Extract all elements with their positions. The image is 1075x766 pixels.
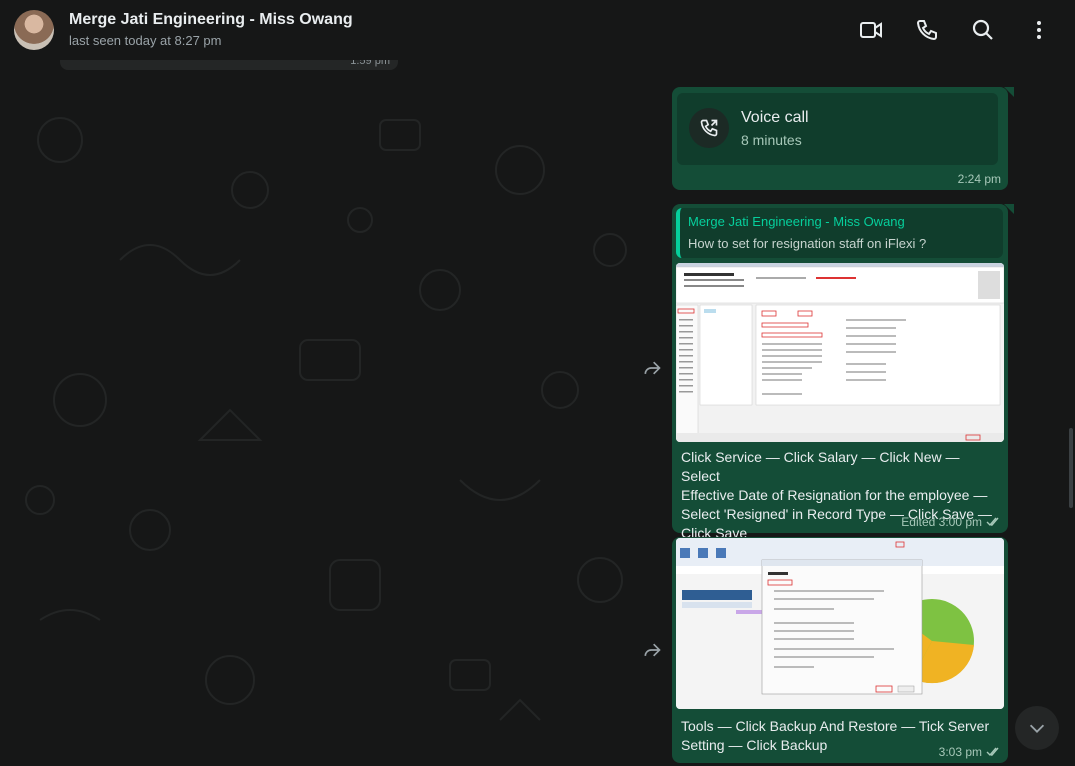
scroll-to-bottom-button[interactable] (1015, 706, 1059, 750)
quoted-message[interactable]: Merge Jati Engineering - Miss Owang How … (676, 208, 1003, 258)
double-check-icon (986, 517, 999, 527)
resignation-message[interactable]: Merge Jati Engineering - Miss Owang How … (672, 204, 1008, 541)
quoted-text: How to set for resignation staff on iFle… (688, 236, 927, 251)
last-seen-status: last seen today at 8:27 pm (69, 33, 222, 48)
caption-line: Effective Date of Resignation for the em… (681, 487, 988, 503)
voice-call-title: Voice call (741, 109, 809, 126)
quoted-author: Merge Jati Engineering - Miss Owang (688, 214, 905, 229)
double-check-icon (986, 747, 999, 757)
forward-icon[interactable] (642, 640, 662, 660)
backup-screenshot-image[interactable] (676, 538, 1004, 709)
message-time: 2:24 pm (957, 172, 1001, 186)
caption-line: Click Service — Click Salary — Click New… (681, 449, 960, 484)
video-call-icon[interactable] (859, 18, 883, 42)
phone-call-icon (689, 108, 729, 148)
message-time: 3:03 pm (938, 745, 982, 759)
voice-call-duration: 8 minutes (741, 132, 802, 148)
message-edited-time: Edited 3:00 pm (901, 515, 982, 529)
bubble-tail (1004, 87, 1014, 97)
phone-icon[interactable] (915, 18, 939, 42)
caption-line: Tools — Click Backup And Restore — Tick … (681, 718, 990, 734)
scrollbar[interactable] (1069, 428, 1073, 508)
forward-icon[interactable] (642, 358, 662, 378)
bubble-tail (1004, 204, 1014, 214)
resignation-screenshot-image[interactable] (676, 263, 1004, 442)
voice-call-message[interactable]: Voice call 8 minutes 2:24 pm (672, 87, 1008, 190)
avatar[interactable] (14, 10, 54, 50)
chat-header: Merge Jati Engineering - Miss Owang last… (0, 0, 1075, 60)
chevron-down-icon (1029, 724, 1045, 733)
contact-name[interactable]: Merge Jati Engineering - Miss Owang (69, 11, 353, 29)
voice-call-card[interactable]: Voice call 8 minutes (677, 93, 998, 165)
backup-message[interactable]: Tools — Click Backup And Restore — Tick … (672, 537, 1008, 763)
menu-dots-icon[interactable] (1027, 18, 1051, 42)
search-icon[interactable] (971, 18, 995, 42)
